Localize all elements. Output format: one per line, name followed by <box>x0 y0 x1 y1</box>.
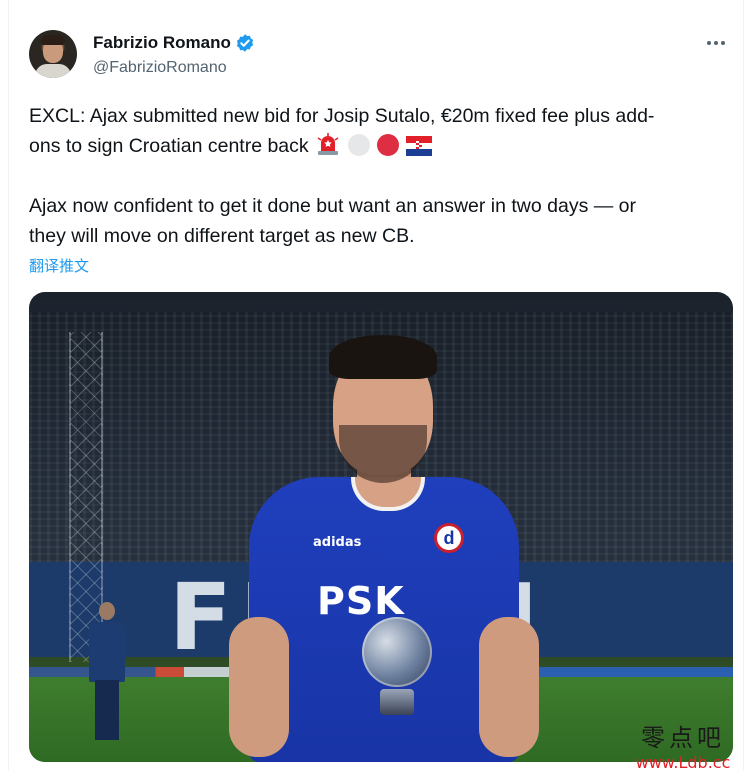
tweet-card: Fabrizio Romano @FabrizioRomano EXCL: Aj… <box>8 0 744 771</box>
tweet-line: Ajax now confident to get it done but wa… <box>29 195 637 217</box>
kit-brand: adidas <box>313 535 362 550</box>
siren-emoji-icon <box>317 133 339 155</box>
player-right-arm <box>479 617 539 757</box>
white-circle-icon <box>347 134 370 156</box>
tweet-media-photo[interactable]: FJ BLU adidas d PSK <box>29 292 733 762</box>
watermark-cn: 零点吧 <box>641 724 725 752</box>
red-circle-icon <box>376 134 399 156</box>
club-crest: d <box>434 523 464 553</box>
person-legs <box>95 680 119 740</box>
player-beard <box>339 425 427 483</box>
more-options-icon[interactable] <box>701 32 731 54</box>
author-handle[interactable]: @FabrizioRomano <box>93 59 227 77</box>
dot <box>707 41 711 45</box>
croatia-flag-icon <box>406 136 433 156</box>
player: adidas d PSK <box>229 317 539 762</box>
tweet-line: they will move on different target as ne… <box>29 225 415 247</box>
trophy <box>362 617 432 717</box>
player-left-arm <box>229 617 289 757</box>
person-torso <box>89 622 125 682</box>
dot <box>721 41 725 45</box>
trophy-base <box>380 689 414 715</box>
verified-badge-icon <box>236 34 253 52</box>
avatar-body <box>35 64 71 78</box>
person-head <box>99 602 115 620</box>
site-watermark: 零点吧 www.Ldb.cc <box>618 718 748 772</box>
avatar[interactable] <box>29 30 77 78</box>
trophy-ball <box>362 617 432 687</box>
author-name[interactable]: Fabrizio Romano <box>93 33 231 53</box>
tweet-line: ons to sign Croatian centre back <box>29 135 309 157</box>
avatar-hair <box>41 35 65 45</box>
background-person <box>87 602 127 742</box>
author-row: Fabrizio Romano <box>93 33 255 53</box>
translate-tweet-link[interactable]: 翻译推文 <box>29 255 89 276</box>
dot <box>714 41 718 45</box>
watermark-url: www.Ldb.cc <box>635 753 731 772</box>
tweet-line-with-emojis: ons to sign Croatian centre back <box>29 131 729 161</box>
tweet-text: EXCL: Ajax submitted new bid for Josip S… <box>29 101 729 251</box>
player-hair <box>329 335 437 379</box>
tweet-line: EXCL: Ajax submitted new bid for Josip S… <box>29 105 655 127</box>
